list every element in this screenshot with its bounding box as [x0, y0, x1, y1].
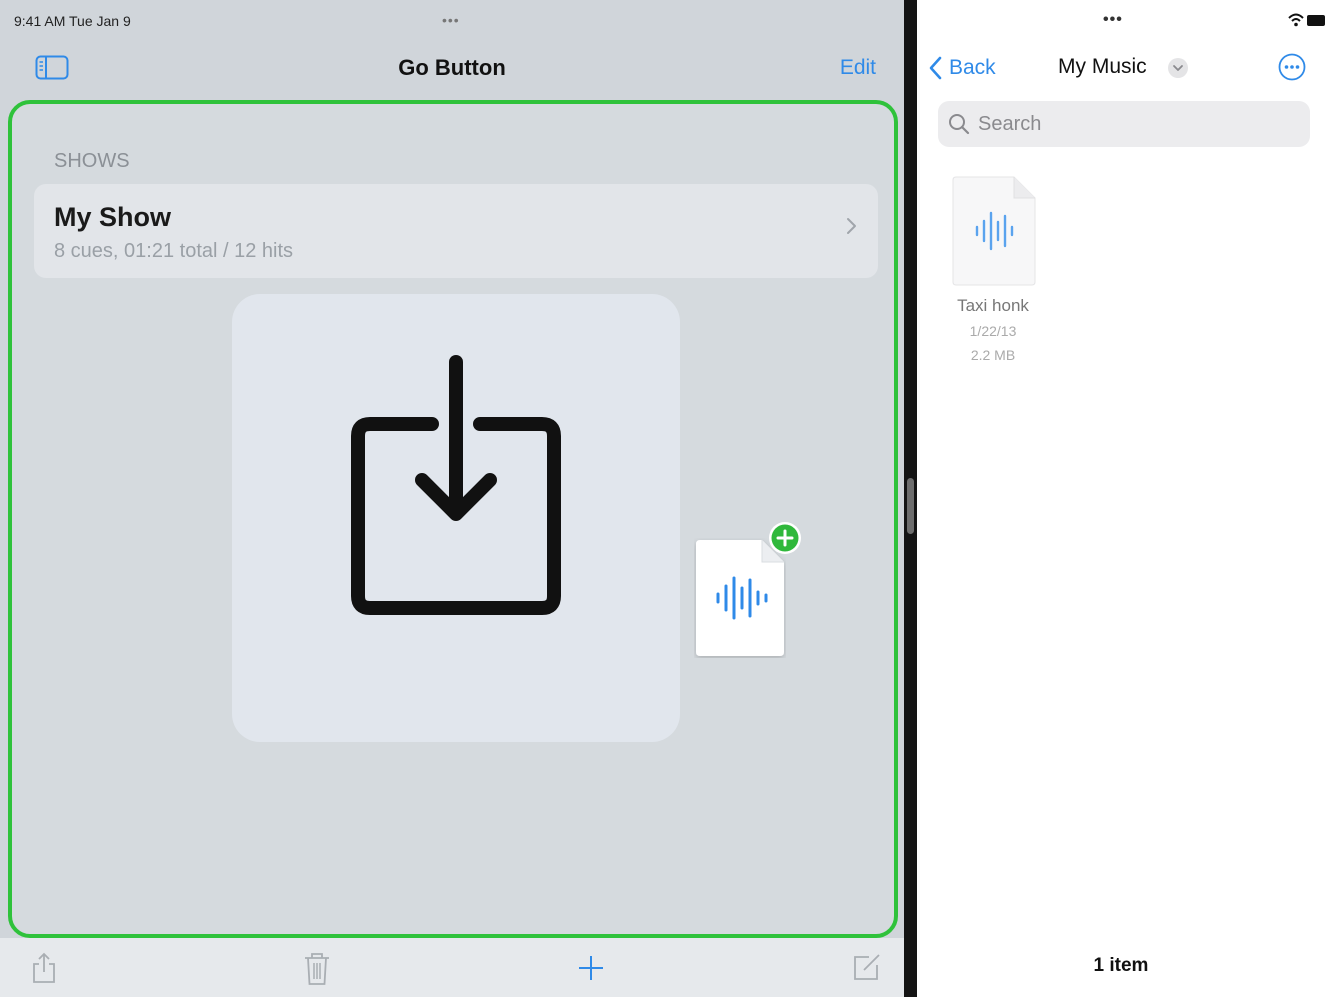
search-placeholder: Search — [978, 113, 1042, 135]
multitasking-dots[interactable]: ••• — [442, 12, 460, 28]
split-view-handle[interactable] — [907, 478, 914, 534]
import-drop-card — [232, 294, 680, 742]
compose-icon[interactable] — [852, 952, 882, 982]
chevron-right-icon — [847, 218, 856, 234]
search-bar[interactable]: Search — [938, 101, 1310, 147]
folder-title[interactable]: My Music — [1058, 55, 1147, 79]
wifi-icon — [1288, 13, 1304, 19]
show-title: My Show — [54, 202, 172, 232]
status-time: 9:41 AM Tue Jan 9 — [14, 13, 131, 29]
chevron-left-icon — [929, 56, 942, 80]
item-count: 1 item — [1093, 955, 1149, 976]
trash-icon[interactable] — [303, 952, 331, 986]
share-icon[interactable] — [30, 952, 58, 984]
more-options-icon[interactable] — [1278, 53, 1306, 81]
show-subtitle: 8 cues, 01:21 total / 12 hits — [54, 240, 294, 262]
search-icon — [949, 114, 970, 135]
audio-file-icon — [952, 176, 1036, 286]
bottom-toolbar — [0, 938, 904, 997]
chevron-down-icon[interactable] — [1167, 57, 1189, 79]
file-name: Taxi honk — [957, 296, 1029, 315]
file-date: 1/22/13 — [969, 323, 1017, 339]
edit-button[interactable]: Edit — [840, 56, 876, 80]
battery-icon — [1307, 15, 1325, 26]
go-button-app-pane: 9:41 AM Tue Jan 9 ••• Go Button Edit SHO… — [0, 0, 904, 997]
back-button[interactable]: Back — [929, 54, 996, 82]
file-size: 2.2 MB — [970, 347, 1016, 363]
add-badge-icon — [769, 522, 801, 554]
dragged-audio-file-icon[interactable] — [694, 538, 786, 658]
status-icons — [1288, 13, 1325, 27]
multitasking-dots[interactable]: ••• — [1103, 11, 1123, 29]
back-label: Back — [949, 56, 996, 79]
page-title: Go Button — [398, 55, 506, 80]
plus-icon[interactable] — [578, 952, 604, 982]
files-app-pane: ••• Back My Music Search Taxi honk 1/22/… — [917, 0, 1325, 997]
section-header-shows: SHOWS — [54, 150, 130, 172]
import-icon — [351, 355, 561, 615]
show-row[interactable]: My Show 8 cues, 01:21 total / 12 hits — [34, 184, 878, 278]
